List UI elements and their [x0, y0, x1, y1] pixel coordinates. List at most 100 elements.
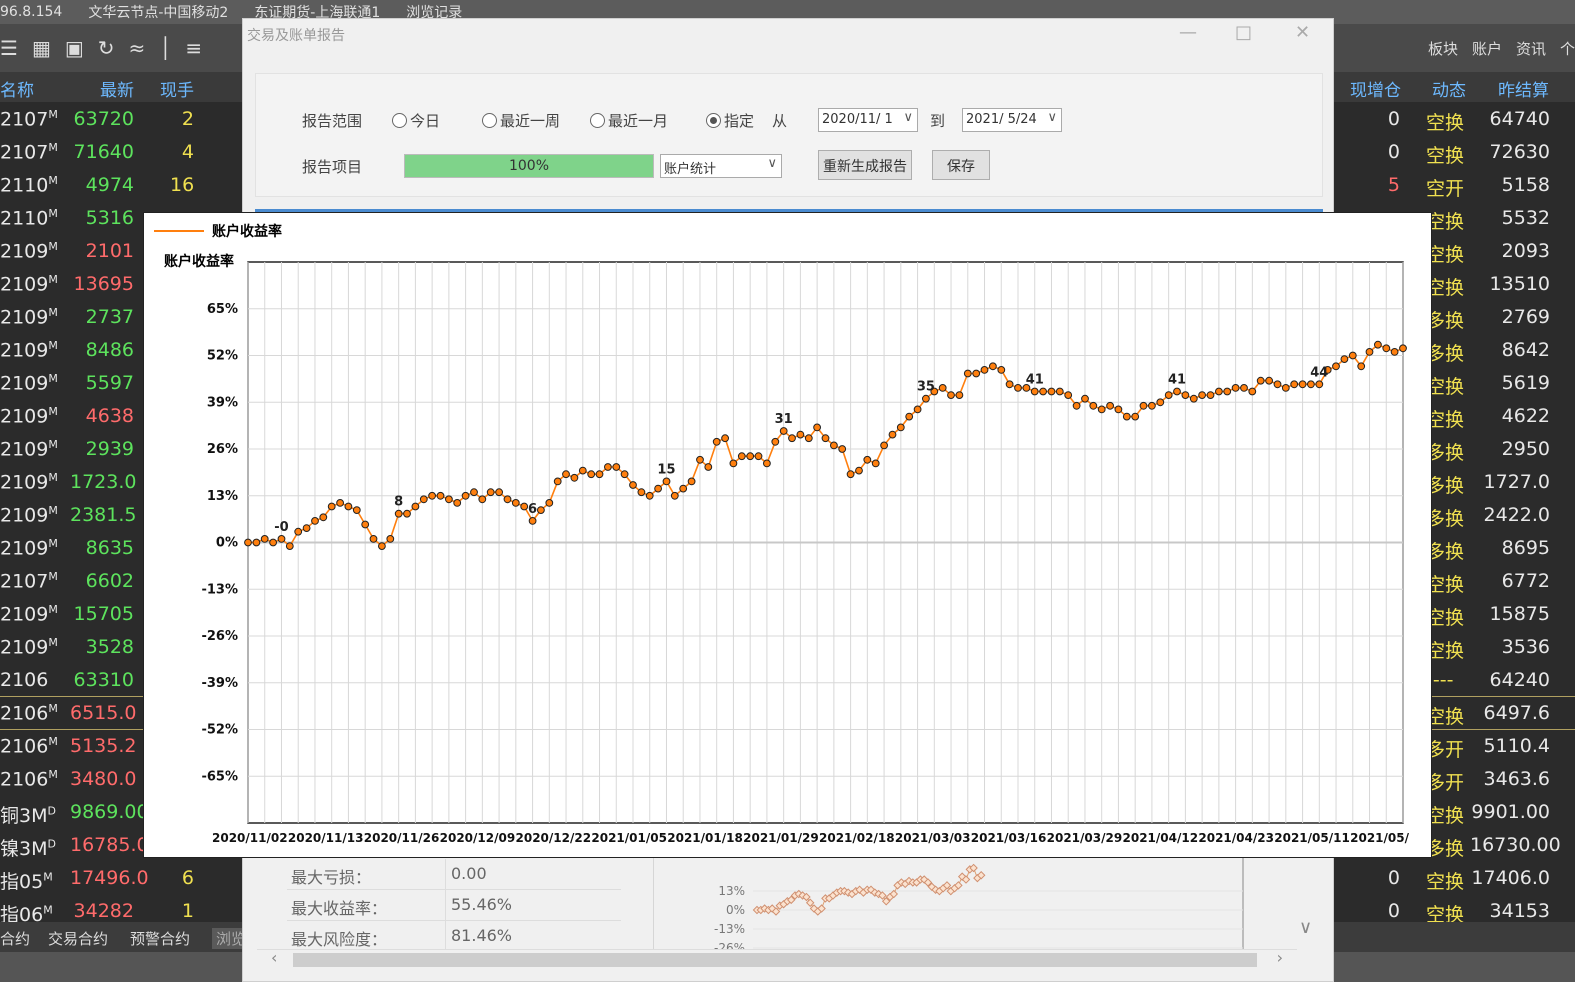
bar-icon[interactable]: │ — [159, 36, 171, 60]
data-point — [687, 477, 696, 486]
position-change: 0 — [1387, 108, 1400, 130]
data-point — [779, 427, 788, 435]
data-point — [645, 491, 654, 500]
position-change: 0 — [1387, 900, 1400, 922]
title-bar-item[interactable]: 文华云节点-中国移动2 — [88, 2, 228, 22]
data-point — [888, 430, 897, 439]
save-button[interactable]: 保存 — [932, 150, 990, 180]
title-bar-item[interactable]: 96.8.154 — [0, 4, 62, 20]
data-point — [520, 502, 529, 511]
prev-settle: 8695 — [1501, 537, 1550, 559]
point-label: -0 — [274, 520, 288, 535]
chevron-down-icon: ∨ — [767, 156, 777, 171]
contract-code: 指05M — [0, 870, 53, 893]
minimize-icon[interactable]: — — [1179, 22, 1197, 43]
y-tick-label: 26% — [207, 442, 238, 457]
save-icon[interactable]: ▣ — [65, 36, 84, 60]
range-radio[interactable]: 指定 — [706, 110, 754, 131]
col-latest[interactable]: 最新 — [100, 76, 134, 101]
data-point — [453, 499, 462, 507]
bottom-tab[interactable]: 合约 — [0, 928, 30, 949]
data-point — [285, 542, 294, 551]
chart-icon[interactable]: ☰ — [0, 36, 18, 60]
trend-icon[interactable]: ≈ — [129, 36, 146, 60]
toolbar-icons: ☰ ▦ ▣ ↻ ≈ │ ≡ — [0, 36, 202, 60]
bottom-tab[interactable]: 交易合约 — [48, 928, 108, 949]
latest-price: 63310 — [73, 669, 134, 691]
prev-settle: 34153 — [1489, 900, 1550, 922]
point-label: 6 — [528, 502, 537, 517]
from-date-picker[interactable]: 2020/11/ 1 ∨ — [818, 108, 918, 132]
scroll-down-icon[interactable]: ∨ — [1299, 917, 1312, 938]
contract-code: 2109M — [0, 471, 58, 494]
data-point — [1198, 391, 1206, 400]
col-hand[interactable]: 现手 — [160, 76, 194, 101]
scroll-right-icon[interactable]: › — [1277, 948, 1283, 967]
contract-code: 2110M — [0, 174, 58, 197]
menu-item[interactable]: 账户 — [1472, 38, 1502, 59]
current-hand: 1 — [181, 900, 194, 922]
data-point — [252, 538, 261, 547]
scroll-left-icon[interactable]: ‹ — [271, 948, 277, 967]
data-point — [361, 520, 370, 529]
mini-tick-label: 13% — [718, 884, 745, 898]
data-point — [746, 452, 755, 461]
point-label: 41 — [1026, 372, 1044, 387]
position-change: 5 — [1387, 174, 1400, 196]
current-hand: 4 — [181, 141, 194, 163]
latest-price: 3528 — [85, 636, 134, 658]
contract-tag: M — [48, 141, 58, 154]
point-label: 35 — [917, 380, 935, 395]
col-dyn[interactable]: 动态 — [1432, 76, 1466, 101]
data-point — [1005, 380, 1014, 389]
from-date-value: 2020/11/ 1 — [822, 112, 893, 127]
grid-icon[interactable]: ▦ — [32, 36, 51, 60]
chevron-down-icon: ∨ — [903, 110, 913, 125]
bottom-tab[interactable]: 预警合约 — [130, 928, 190, 949]
range-radio[interactable]: 今日 — [392, 110, 440, 131]
data-point — [1256, 376, 1265, 385]
range-radio[interactable]: 最近一月 — [590, 110, 668, 131]
contract-tag: M — [48, 471, 58, 484]
data-point — [830, 441, 838, 450]
close-icon[interactable]: ✕ — [1295, 22, 1310, 43]
x-tick-label: 2021/03/03 — [895, 831, 971, 845]
data-point — [1265, 376, 1273, 385]
range-radio[interactable]: 最近一周 — [482, 110, 560, 131]
data-point — [578, 466, 587, 475]
col-settle[interactable]: 昨结算 — [1498, 76, 1549, 101]
data-point — [1231, 384, 1240, 392]
menu-item[interactable]: 资讯 — [1516, 38, 1546, 59]
menu-item[interactable]: 板块 — [1428, 38, 1458, 59]
refresh-icon[interactable]: ↻ — [98, 36, 115, 60]
range-label: 报告范围 — [302, 112, 363, 130]
x-tick-label: 2020/12/09 — [440, 831, 516, 845]
data-point — [1081, 394, 1089, 403]
radio-label: 今日 — [410, 112, 441, 130]
report-options-panel: 报告范围 今日 最近一周 最近一月 指定 从 2020/11/ 1 ∨ 到 2021/ … — [255, 73, 1323, 197]
data-point — [679, 484, 688, 493]
maximize-icon[interactable]: □ — [1235, 22, 1252, 43]
menu-item[interactable]: 个 — [1560, 38, 1575, 59]
to-date-picker[interactable]: 2021/ 5/24 ∨ — [962, 108, 1062, 132]
scrollbar-thumb[interactable] — [293, 953, 1257, 967]
data-point — [436, 491, 445, 500]
data-point — [989, 362, 997, 371]
col-name[interactable]: 名称 — [0, 76, 34, 101]
contract-tag: D — [47, 837, 56, 851]
horizontal-scrollbar[interactable]: ‹ › — [257, 948, 1297, 969]
prev-settle: 64240 — [1489, 669, 1550, 691]
contract-code: 2109M — [0, 438, 58, 461]
contract-code: 2107M — [0, 570, 58, 593]
data-point — [1072, 401, 1081, 410]
data-point — [938, 384, 947, 392]
list-icon[interactable]: ≡ — [185, 36, 202, 60]
data-point — [997, 366, 1006, 374]
data-point — [1156, 398, 1165, 407]
report-item-select[interactable]: 账户统计 ∨ — [660, 154, 782, 178]
col-inc[interactable]: 现增仓 — [1350, 76, 1401, 101]
regenerate-report-button[interactable]: 重新生成报告 — [818, 150, 912, 180]
y-tick-label: 52% — [207, 349, 238, 364]
contract-code: 2109M — [0, 273, 58, 296]
data-point — [1030, 387, 1039, 396]
